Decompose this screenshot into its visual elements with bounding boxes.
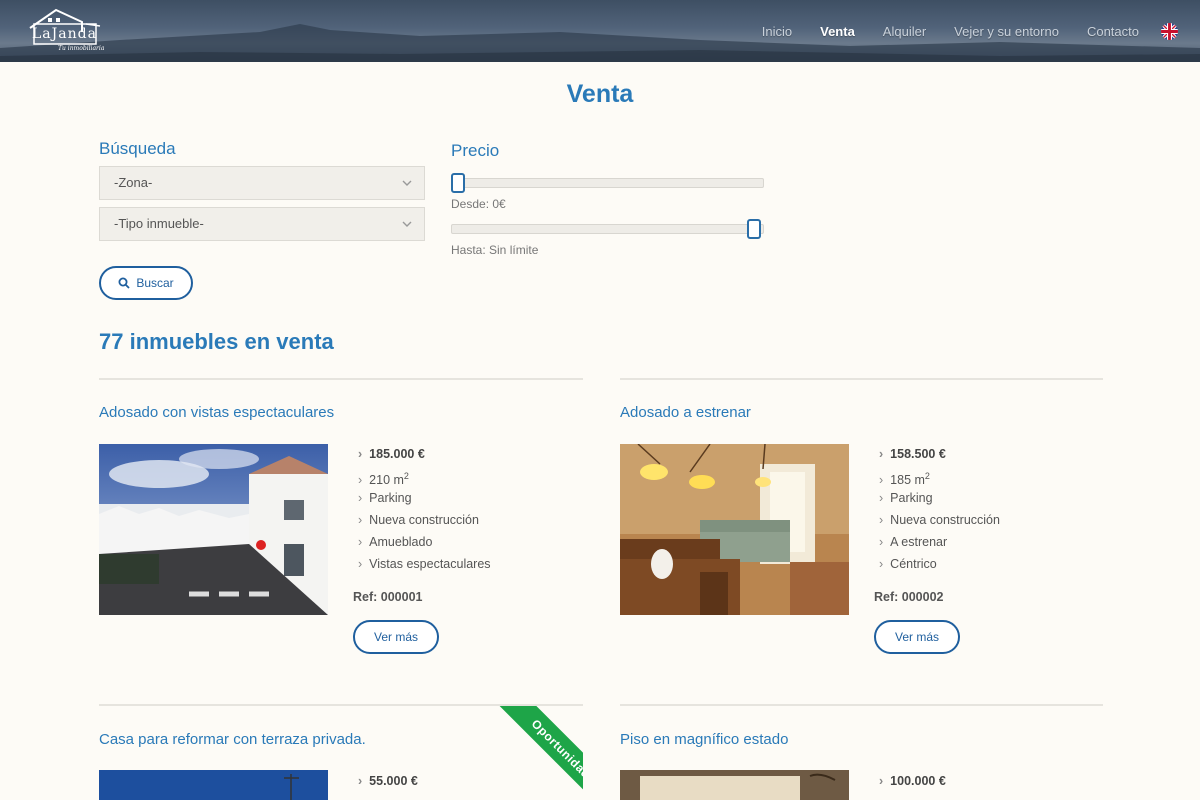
ver-mas-label: Ver más	[373, 630, 418, 644]
logo-tagline: Tu inmobiliaria	[58, 45, 105, 52]
street-photo	[99, 444, 328, 615]
nav-vejer[interactable]: Vejer y su entorno	[954, 24, 1059, 39]
divider	[620, 378, 1103, 380]
listing-features: › 55.000 €	[358, 770, 418, 792]
logo[interactable]: LaJanda Tu inmobiliaria	[26, 6, 108, 56]
living-room-photo	[620, 444, 849, 615]
price-max-readout: Hasta: Sin límite	[451, 243, 539, 257]
ribbon-container: Oportunidad	[482, 706, 583, 800]
feature-area: › 210 m2	[358, 471, 409, 488]
nav-contacto[interactable]: Contacto	[1087, 24, 1139, 39]
nav-inicio[interactable]: Inicio	[762, 24, 792, 39]
divider	[620, 704, 1103, 706]
listing-title[interactable]: Piso en magnífico estado	[620, 731, 788, 748]
feature: › Amueblado	[358, 535, 433, 549]
results-title: 77 inmuebles en venta	[99, 329, 334, 354]
listing-title[interactable]: Casa para reformar con terraza privada.	[99, 731, 366, 748]
logo-text: LaJanda	[32, 26, 97, 42]
listing-photo[interactable]	[620, 444, 849, 615]
search-icon	[118, 277, 130, 289]
main-nav: Inicio Venta Alquiler Vejer y su entorno…	[734, 0, 1200, 62]
search-label: Búsqueda	[99, 139, 176, 158]
uk-flag-icon[interactable]	[1161, 22, 1178, 40]
nav-alquiler[interactable]: Alquiler	[883, 24, 926, 39]
feature: › Céntrico	[879, 557, 937, 571]
search-button[interactable]: Buscar	[99, 266, 193, 300]
tipo-select-value: -Tipo inmueble-	[114, 216, 204, 231]
feature: › Parking	[358, 491, 412, 505]
listing-photo[interactable]	[620, 770, 849, 800]
feature-price: › 185.000 €	[358, 447, 425, 461]
price-max-handle[interactable]	[747, 219, 761, 239]
feature: › Parking	[879, 491, 933, 505]
tipo-inmueble-select[interactable]: -Tipo inmueble-	[99, 207, 425, 241]
listing-ref: Ref: 000001	[353, 590, 423, 604]
feature: › A estrenar	[879, 535, 948, 549]
feature-price: › 100.000 €	[879, 774, 946, 788]
oportunidad-ribbon: Oportunidad	[498, 706, 583, 800]
divider	[99, 378, 583, 380]
price-min-slider-track[interactable]	[451, 178, 764, 188]
listing-features: › 100.000 €	[879, 770, 946, 792]
building-photo	[99, 770, 328, 800]
price-label: Precio	[451, 141, 500, 160]
listing-title[interactable]: Adosado con vistas espectaculares	[99, 404, 334, 421]
feature: › Nueva construcción	[879, 513, 1000, 527]
listing-photo[interactable]	[99, 770, 328, 800]
listing-features: › 185.000 € › 210 m2 › Parking › Nueva const…	[358, 443, 491, 575]
zona-select[interactable]: -Zona-	[99, 166, 425, 200]
listing-title[interactable]: Adosado a estrenar	[620, 404, 751, 421]
feature-price: › 55.000 €	[358, 774, 418, 788]
feature: › Nueva construcción	[358, 513, 479, 527]
ver-mas-label: Ver más	[894, 630, 939, 644]
listing-photo[interactable]	[99, 444, 328, 615]
ver-mas-button[interactable]: Ver más	[353, 620, 439, 654]
zona-select-value: -Zona-	[114, 175, 153, 190]
price-max-slider-track[interactable]	[451, 224, 764, 234]
price-min-readout: Desde: 0€	[451, 197, 506, 211]
feature-price: › 158.500 €	[879, 447, 946, 461]
listing-features: › 158.500 € › 185 m2 › Parking › Nueva const…	[879, 443, 1000, 575]
feature-area: › 185 m2	[879, 471, 930, 488]
site-header: LaJanda Tu inmobiliaria Inicio Venta Alq…	[0, 0, 1200, 62]
ver-mas-button[interactable]: Ver más	[874, 620, 960, 654]
price-min-handle[interactable]	[451, 173, 465, 193]
page-title: Venta	[566, 80, 634, 108]
search-button-label: Buscar	[136, 276, 174, 290]
feature: › Vistas espectaculares	[358, 557, 491, 571]
chevron-down-icon	[402, 180, 412, 186]
chevron-down-icon	[402, 221, 412, 227]
interior-photo	[620, 770, 849, 800]
nav-venta[interactable]: Venta	[820, 24, 855, 39]
listing-ref: Ref: 000002	[874, 590, 944, 604]
